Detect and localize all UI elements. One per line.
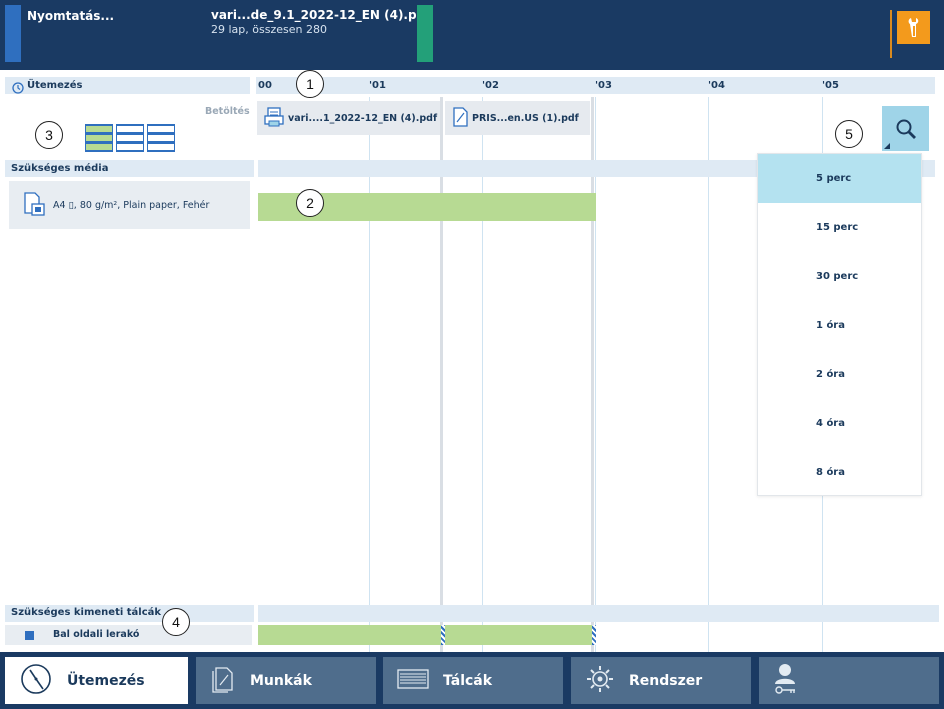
media-title: Szükséges média: [11, 163, 109, 174]
trays-icon: [397, 668, 429, 693]
job-marker: [592, 625, 596, 645]
media-icon: [23, 191, 47, 220]
current-job-name[interactable]: vari...de_9.1_2022-12_EN (4).pdf: [211, 8, 430, 22]
callout-4: 4: [162, 608, 190, 636]
zoom-option-5-perc[interactable]: 5 perc: [758, 154, 921, 203]
system-gear-icon: [585, 664, 615, 698]
callout-2: 2: [296, 189, 324, 217]
zoom-option-2-ora[interactable]: 2 óra: [758, 350, 921, 399]
job-marker: [441, 625, 445, 645]
nav-trays-label: Tálcák: [443, 672, 493, 689]
output-tray-row[interactable]: Bal oldali lerakó: [5, 625, 252, 645]
nav-user[interactable]: [759, 657, 939, 704]
current-job-info: 29 lap, összesen 280: [211, 23, 327, 36]
printing-document-icon: [263, 106, 285, 131]
zoom-option-8-ora[interactable]: 8 óra: [758, 448, 921, 497]
nav-schedule[interactable]: Ütemezés: [5, 657, 188, 704]
jobs-icon: [210, 665, 236, 697]
job-boundary: [591, 97, 594, 652]
grid-line: [708, 97, 709, 652]
nav-trays[interactable]: Tálcák: [383, 657, 563, 704]
dropdown-corner-icon: [884, 143, 890, 149]
status-accent: [5, 5, 21, 62]
top-status-bar: Nyomtatás... vari...de_9.1_2022-12_EN (4…: [0, 0, 944, 70]
output-timeline-band: [258, 605, 939, 622]
job-tab-2-label: PRIS...en.US (1).pdf: [472, 112, 579, 124]
tray-icon: [25, 631, 34, 640]
grid-line: [595, 97, 596, 652]
output-title: Szükséges kimeneti tálcák: [11, 607, 162, 618]
tick-05: '05: [822, 80, 839, 91]
schedule-title: Ütemezés: [27, 80, 83, 91]
job-progress-accent: [417, 5, 433, 62]
tick-04: '04: [708, 80, 725, 91]
paper-trays-icon[interactable]: [85, 124, 175, 156]
printer-status[interactable]: Nyomtatás...: [27, 9, 114, 23]
callout-5: 5: [835, 120, 863, 148]
zoom-option-1-ora[interactable]: 1 óra: [758, 301, 921, 350]
output-usage-bar[interactable]: [258, 625, 595, 645]
grid-line: [369, 97, 370, 652]
user-key-icon: [773, 662, 799, 700]
job-boundary: [440, 97, 443, 652]
job-tab-2[interactable]: PRIS...en.US (1).pdf: [445, 101, 590, 135]
zoom-option-4-ora[interactable]: 4 óra: [758, 399, 921, 448]
grid-line: [482, 97, 483, 652]
callout-3: 3: [35, 121, 63, 149]
clock-icon: [12, 79, 24, 98]
tick-03: '03: [595, 80, 612, 91]
nav-system-label: Rendszer: [629, 672, 703, 689]
tick-00: 00: [258, 80, 272, 91]
document-icon: [451, 106, 469, 130]
tick-02: '02: [482, 80, 499, 91]
header-divider: [890, 10, 892, 58]
media-description: A4 ▯, 80 g/m², Plain paper, Fehér: [53, 199, 210, 211]
tick-01: '01: [369, 80, 386, 91]
zoom-option-30-perc[interactable]: 30 perc: [758, 252, 921, 301]
clock-icon: [19, 662, 53, 700]
nav-jobs-label: Munkák: [250, 672, 312, 689]
callout-1: 1: [296, 70, 324, 98]
zoom-option-15-perc[interactable]: 15 perc: [758, 203, 921, 252]
job-tab-1-label: vari....1_2022-12_EN (4).pdf: [288, 112, 438, 124]
wrench-icon[interactable]: [897, 11, 930, 44]
zoom-menu: 5 perc 15 perc 30 perc 1 óra 2 óra 4 óra…: [757, 153, 922, 496]
load-label: Betöltés: [205, 106, 250, 117]
media-card[interactable]: A4 ▯, 80 g/m², Plain paper, Fehér: [9, 181, 250, 229]
job-tab-1[interactable]: vari....1_2022-12_EN (4).pdf: [257, 101, 440, 135]
nav-system[interactable]: Rendszer: [571, 657, 751, 704]
bottom-navigation: Ütemezés Munkák Tálcák Rendszer: [0, 652, 944, 709]
output-tray-label: Bal oldali lerakó: [53, 629, 140, 640]
nav-schedule-label: Ütemezés: [67, 672, 145, 689]
nav-jobs[interactable]: Munkák: [196, 657, 376, 704]
